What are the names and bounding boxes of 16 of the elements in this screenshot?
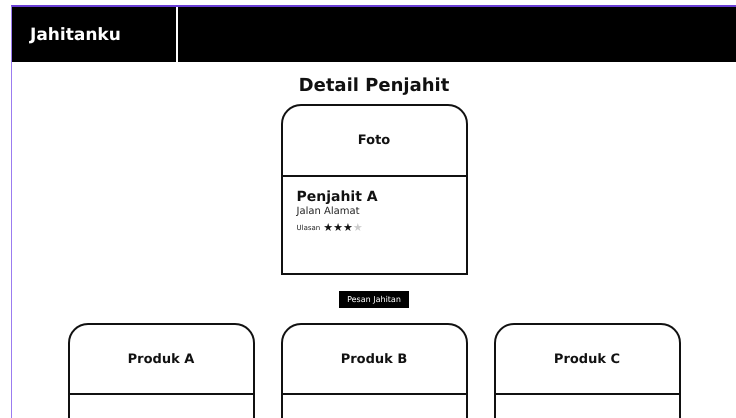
filled-star-icon: ★ (333, 222, 343, 233)
product-card[interactable]: Produk A (68, 323, 254, 418)
tailor-address: Jalan Alamat (296, 206, 360, 217)
brand-logo[interactable]: Jahitanku (12, 7, 178, 62)
product-name: Produk C (554, 352, 620, 366)
empty-star-icon: ★ (352, 222, 363, 233)
product-card[interactable]: Produk B (280, 323, 468, 418)
filled-star-icon: ★ (323, 222, 334, 233)
filled-star-icon: ★ (342, 222, 353, 233)
order-button[interactable]: Pesan Jahitan (339, 291, 409, 308)
page-title: Detail Penjahit (298, 75, 450, 96)
product-card[interactable]: Produk C (494, 323, 680, 418)
product-name: Produk B (340, 352, 408, 366)
product-name: Produk A (128, 352, 194, 366)
photo-label: Foto (358, 133, 390, 148)
tailor-name: Penjahit A (296, 189, 378, 205)
